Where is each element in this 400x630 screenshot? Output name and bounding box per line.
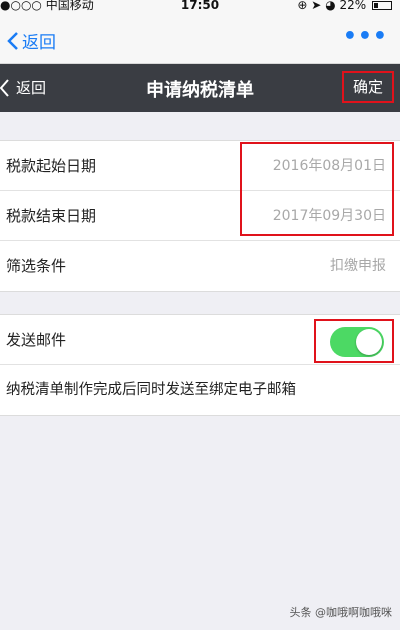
toggle-knob [356,329,382,355]
send-email-label: 发送邮件 [6,331,67,349]
battery-percent: 22% [339,0,367,12]
end-date-row[interactable]: 税款结束日期 2017年09月30日 [0,191,400,241]
status-bar: ●○○○ 中国移动 17:50 ⊕ ➤ ◕ 22% [0,0,400,14]
lock-rotation-icon: ⊕ [297,0,308,12]
send-email-toggle[interactable] [330,327,384,357]
end-date-value[interactable]: 2017年09月30日 [273,191,386,241]
more-options-button[interactable]: ••• [343,24,388,49]
outer-back-label: 返回 [22,33,56,53]
status-right: ⊕ ➤ ◕ 22% [297,0,392,12]
toggle-highlight-box [314,319,394,363]
email-description-row: 纳税清单制作完成后同时发送至绑定电子邮箱 [0,365,400,415]
email-description: 纳税清单制作完成后同时发送至绑定电子邮箱 [6,382,296,398]
location-icon: ➤ [311,0,322,12]
inner-navigation-bar: 返回 申请纳税清单 确定 [0,64,400,112]
filter-row[interactable]: 筛选条件 扣缴申报 [0,241,400,291]
email-group: 发送邮件 纳税清单制作完成后同时发送至绑定电子邮箱 [0,314,400,416]
outer-back-button[interactable]: 返回 [6,28,56,53]
filter-label: 筛选条件 [6,257,67,275]
alarm-icon: ◕ [325,0,336,12]
start-date-row[interactable]: 税款起始日期 2016年08月01日 [0,141,400,191]
filter-value[interactable]: 扣缴申报 [330,241,386,291]
outer-navigation-bar: 返回 ••• [0,14,400,64]
page-title: 申请纳税清单 [146,80,254,101]
watermark: 头条 @咖哦啊咖哦咪 [289,606,393,619]
chevron-left-icon [7,31,18,50]
date-filter-group: 税款起始日期 2016年08月01日 税款结束日期 2017年09月30日 筛选… [0,140,400,292]
end-date-label: 税款结束日期 [6,207,97,225]
battery-icon [372,1,392,10]
send-email-row: 发送邮件 [0,315,400,365]
start-date-label: 税款起始日期 [6,157,97,175]
confirm-button[interactable]: 确定 [342,71,394,103]
start-date-value[interactable]: 2016年08月01日 [273,141,386,191]
